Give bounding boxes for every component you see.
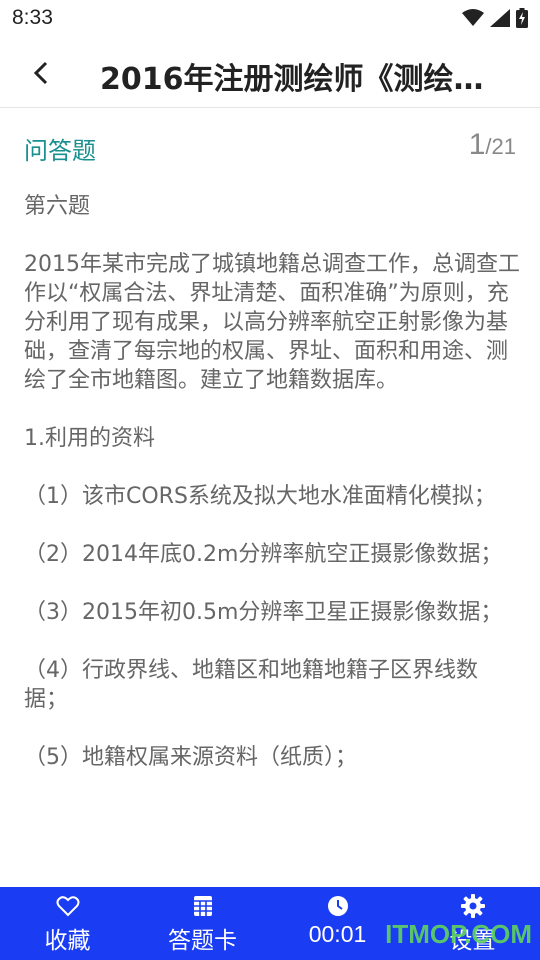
signal-icon (490, 9, 510, 27)
status-time: 8:33 (12, 6, 53, 29)
question-paragraph: 第六题 (24, 194, 91, 219)
tab-answer-card[interactable]: 答题卡 (135, 887, 270, 960)
question-counter: 1/21 (469, 128, 516, 162)
battery-icon (516, 8, 528, 28)
question-type: 问答题 (24, 137, 96, 165)
wifi-icon (462, 9, 484, 26)
back-button[interactable] (24, 58, 58, 88)
status-icons (462, 8, 528, 28)
question-paragraph: （1）该市CORS系统及拟大地水准面精化模拟； (24, 484, 496, 509)
gear-icon (460, 893, 486, 919)
question-content: 第六题 2015年某市完成了城镇地籍总调查工作，总调查工作以“权属合法、界址清楚… (24, 192, 520, 801)
question-total: /21 (485, 134, 516, 159)
page-title: 2016年注册测绘师《测绘… (100, 62, 484, 97)
question-current: 1 (468, 128, 486, 161)
question-paragraph: （4）行政界线、地籍区和地籍地籍子区界线数据； (24, 658, 478, 712)
question-paragraph: （2）2014年底0.2m分辨率航空正摄影像数据； (24, 542, 503, 567)
tab-favorite[interactable]: 收藏 (0, 887, 135, 960)
question-paragraph: （5）地籍权属来源资料（纸质）； (24, 745, 357, 770)
question-paragraph: （3）2015年初0.5m分辨率卫星正摄影像数据； (24, 600, 503, 625)
watermark: ITMOP.COM (385, 919, 532, 949)
tab-favorite-label: 收藏 (44, 928, 91, 954)
clock-icon (326, 893, 350, 919)
grid-card-icon (193, 893, 213, 919)
bottom-bar: 收藏 答题卡 00:01 设置 ITMOP.COM (0, 887, 540, 960)
app-bar: 2016年注册测绘师《测绘… (0, 38, 540, 108)
tab-answer-card-label: 答题卡 (168, 928, 237, 954)
status-bar: 8:33 (0, 0, 540, 38)
question-paragraph: 2015年某市完成了城镇地籍总调查工作，总调查工作以“权属合法、界址清楚、面积准… (24, 252, 520, 393)
tab-timer-label: 00:01 (308, 921, 367, 947)
question-paragraph: 1.利用的资料 (24, 426, 155, 451)
heart-icon (56, 893, 80, 919)
chevron-left-icon (33, 61, 48, 85)
